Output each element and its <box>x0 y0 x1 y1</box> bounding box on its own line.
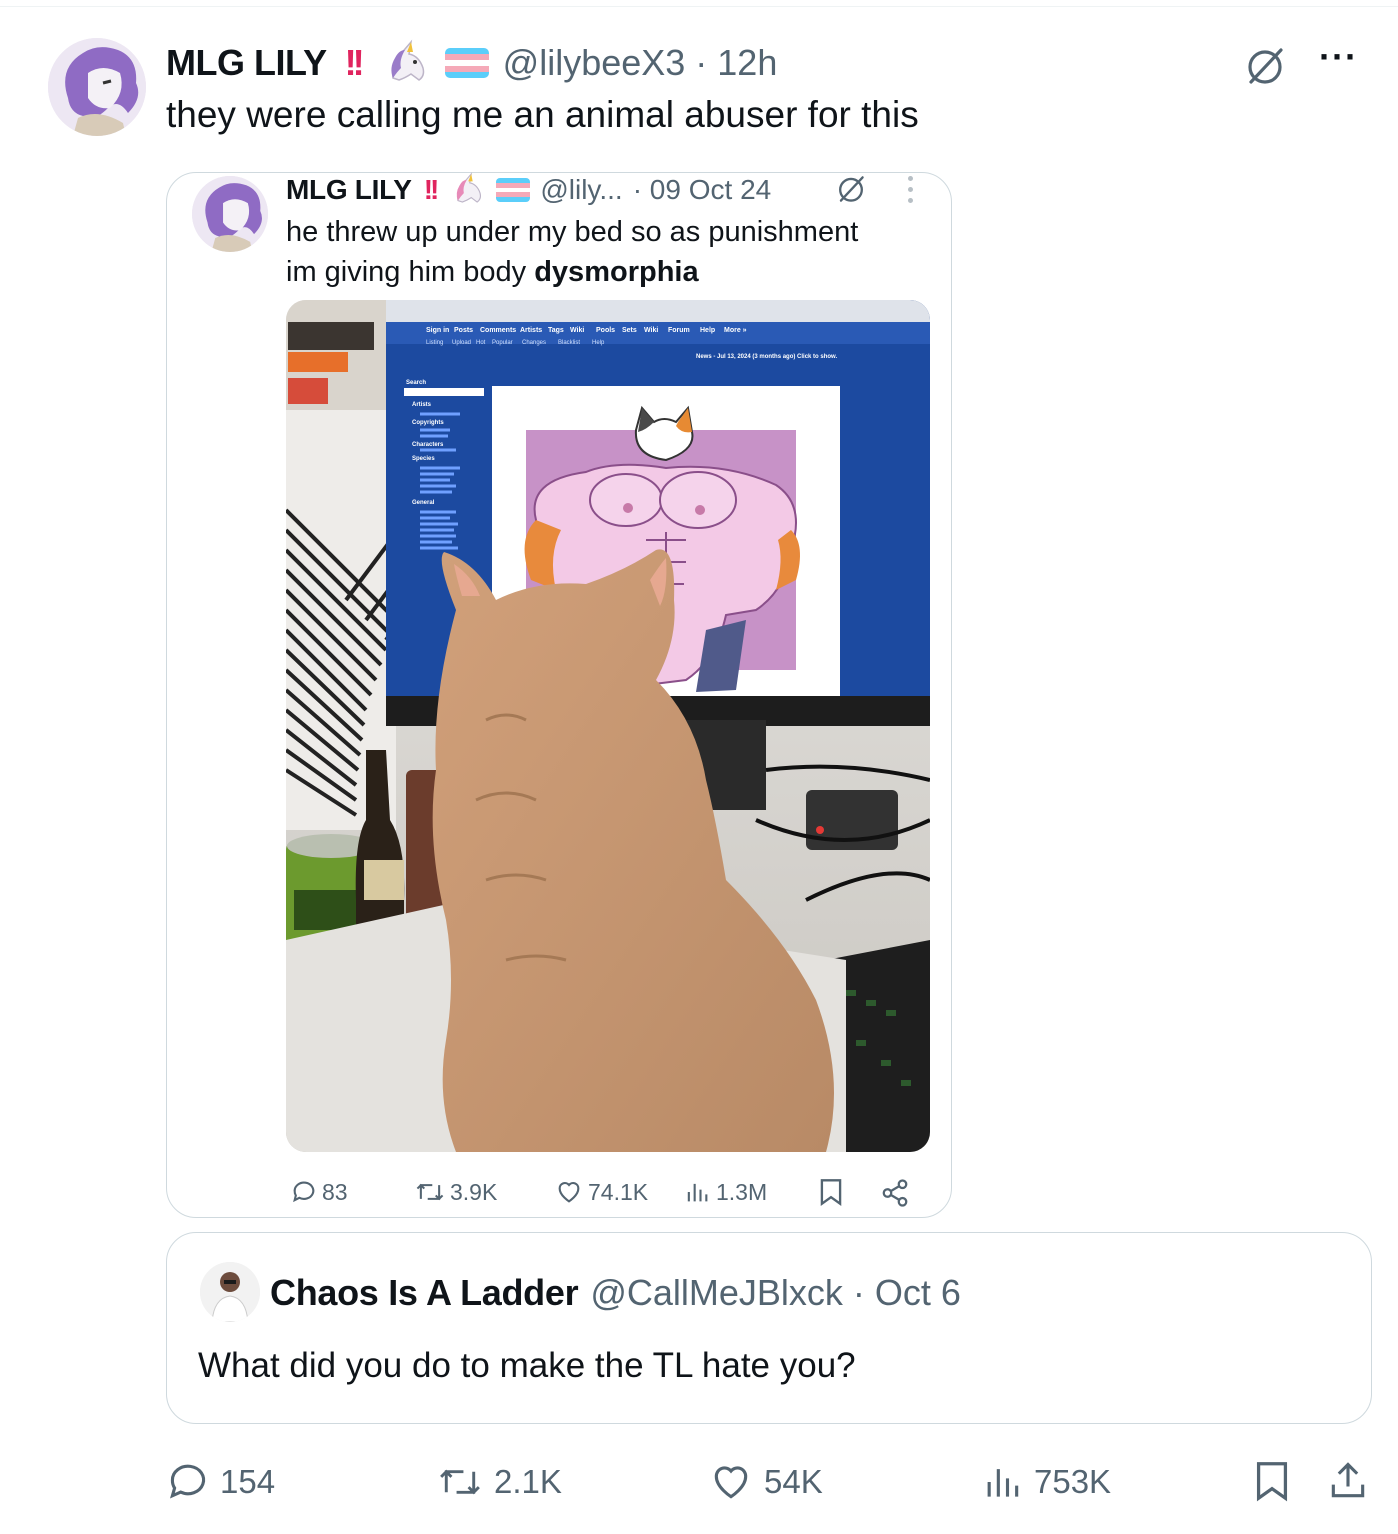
post-time[interactable]: · 12h <box>695 42 777 84</box>
unicorn-icon <box>452 171 486 210</box>
author-name[interactable]: MLG LILY <box>166 42 327 84</box>
replied-post-text: What did you do to make the TL hate you? <box>198 1346 856 1385</box>
quoted-repost-count: 3.9K <box>450 1178 498 1205</box>
reply-count: 154 <box>220 1463 276 1500</box>
svg-text:Wiki: Wiki <box>644 327 658 334</box>
quoted-author-avatar <box>192 176 268 252</box>
quoted-text-line1: he threw up under my bed so as punishmen… <box>286 216 859 248</box>
post-photo[interactable]: Sign in Posts Comments Artists Tags Wiki… <box>286 300 930 1152</box>
quoted-text-line2: im giving him body dysmorphia <box>286 256 699 288</box>
quoted-repost-button[interactable]: 3.9K <box>414 1172 497 1212</box>
author-avatar[interactable] <box>48 38 146 136</box>
double-exclamation-emoji: !! <box>423 174 440 205</box>
repost-button[interactable]: 2.1K <box>436 1452 562 1512</box>
svg-text:Changes: Changes <box>522 340 546 346</box>
repost-icon <box>440 1469 480 1495</box>
heart-icon <box>714 1466 748 1499</box>
post-header: MLG LILY !! @lilybeeX3 · 12h <box>166 38 777 89</box>
svg-text:Forum: Forum <box>668 327 690 334</box>
svg-text:Copyrights: Copyrights <box>412 420 444 426</box>
more-options-icon[interactable]: ··· <box>1319 39 1358 75</box>
svg-text:Sets: Sets <box>622 327 637 334</box>
quoted-post-actions: 83 3.9K 74.1K 1.3M <box>286 1172 930 1212</box>
quoted-reply-count: 83 <box>322 1178 348 1205</box>
reply-icon <box>170 1464 206 1499</box>
svg-text:General: General <box>412 500 435 506</box>
quoted-views-button[interactable]: 1.3M <box>682 1172 767 1212</box>
screen-nav-row1: Sign in <box>426 327 449 334</box>
replied-post-date: · Oct 6 <box>852 1272 961 1313</box>
replied-author-handle: @CallMeJBlxck <box>590 1272 843 1313</box>
replied-author-name: Chaos Is A Ladder <box>270 1272 579 1313</box>
bookmark-icon[interactable] <box>818 1176 844 1208</box>
svg-text:Wiki: Wiki <box>570 327 584 334</box>
post-text: they were calling me an animal abuser fo… <box>166 94 919 135</box>
svg-text:More »: More » <box>724 327 747 334</box>
svg-text:Popular: Popular <box>492 340 513 346</box>
heart-icon <box>558 1182 580 1203</box>
svg-text:Help: Help <box>592 340 605 346</box>
share-icon[interactable] <box>1326 1458 1370 1504</box>
svg-text:Blacklist: Blacklist <box>558 340 580 346</box>
screen-news: News - Jul 13, 2024 (3 months ago) Click… <box>696 354 837 360</box>
reply-button[interactable]: 154 <box>166 1452 275 1512</box>
quoted-author-handle: @lily... <box>540 174 623 205</box>
quoted-like-count: 74.1K <box>588 1178 649 1205</box>
svg-text:Posts: Posts <box>454 327 473 334</box>
share-icon[interactable] <box>880 1178 910 1208</box>
quoted-reply-button[interactable]: 83 <box>290 1172 348 1212</box>
grok-icon[interactable] <box>834 172 868 206</box>
like-count: 54K <box>764 1463 823 1500</box>
views-icon <box>687 1183 708 1202</box>
reply-icon <box>293 1181 315 1203</box>
more-options-icon[interactable] <box>908 176 916 203</box>
grok-icon[interactable] <box>1243 44 1287 88</box>
svg-text:Tags: Tags <box>548 327 564 334</box>
svg-text:Hot: Hot <box>476 340 486 346</box>
svg-text:Artists: Artists <box>520 327 542 334</box>
author-handle[interactable]: @lilybeeX3 <box>503 42 686 84</box>
post-top-actions: ··· <box>1243 39 1358 88</box>
post-actions: 154 2.1K 54K 753K <box>0 1452 1398 1512</box>
quoted-post-text: he threw up under my bed so as punishmen… <box>286 212 858 292</box>
svg-text:Artists: Artists <box>412 402 432 408</box>
replied-author-avatar <box>200 1262 260 1322</box>
quoted-author-name: MLG LILY <box>286 174 412 205</box>
replied-post-header: Chaos Is A Ladder @CallMeJBlxck · Oct 6 <box>270 1270 961 1316</box>
repost-count: 2.1K <box>494 1463 562 1500</box>
svg-text:Comments: Comments <box>480 327 516 334</box>
quoted-views-count: 1.3M <box>716 1178 768 1205</box>
trans-flag-icon <box>444 48 489 78</box>
screen-search-label: Search <box>406 380 426 386</box>
svg-text:Characters: Characters <box>412 442 444 448</box>
like-button[interactable]: 54K <box>708 1452 823 1512</box>
svg-text:Pools: Pools <box>596 327 615 334</box>
svg-text:Upload: Upload <box>452 340 471 346</box>
svg-text:Species: Species <box>412 456 435 462</box>
bookmark-icon[interactable] <box>1252 1458 1292 1504</box>
views-button[interactable]: 753K <box>980 1452 1111 1512</box>
views-icon <box>987 1469 1019 1497</box>
replied-post-card[interactable] <box>166 1232 1372 1424</box>
views-count: 753K <box>1034 1463 1112 1500</box>
quoted-like-button[interactable]: 74.1K <box>554 1172 648 1212</box>
top-divider <box>0 6 1398 7</box>
trans-flag-icon <box>496 178 531 202</box>
quoted-post-date: · 09 Oct 24 <box>632 174 772 205</box>
quoted-post-header: MLG LILY !! @lily... · 09 Oct 24 <box>286 170 771 210</box>
repost-icon <box>416 1183 444 1201</box>
double-exclamation-emoji: !! <box>344 42 365 83</box>
svg-text:Help: Help <box>700 327 715 334</box>
unicorn-icon <box>385 38 431 89</box>
screen-nav-row2: Listing <box>426 340 443 346</box>
